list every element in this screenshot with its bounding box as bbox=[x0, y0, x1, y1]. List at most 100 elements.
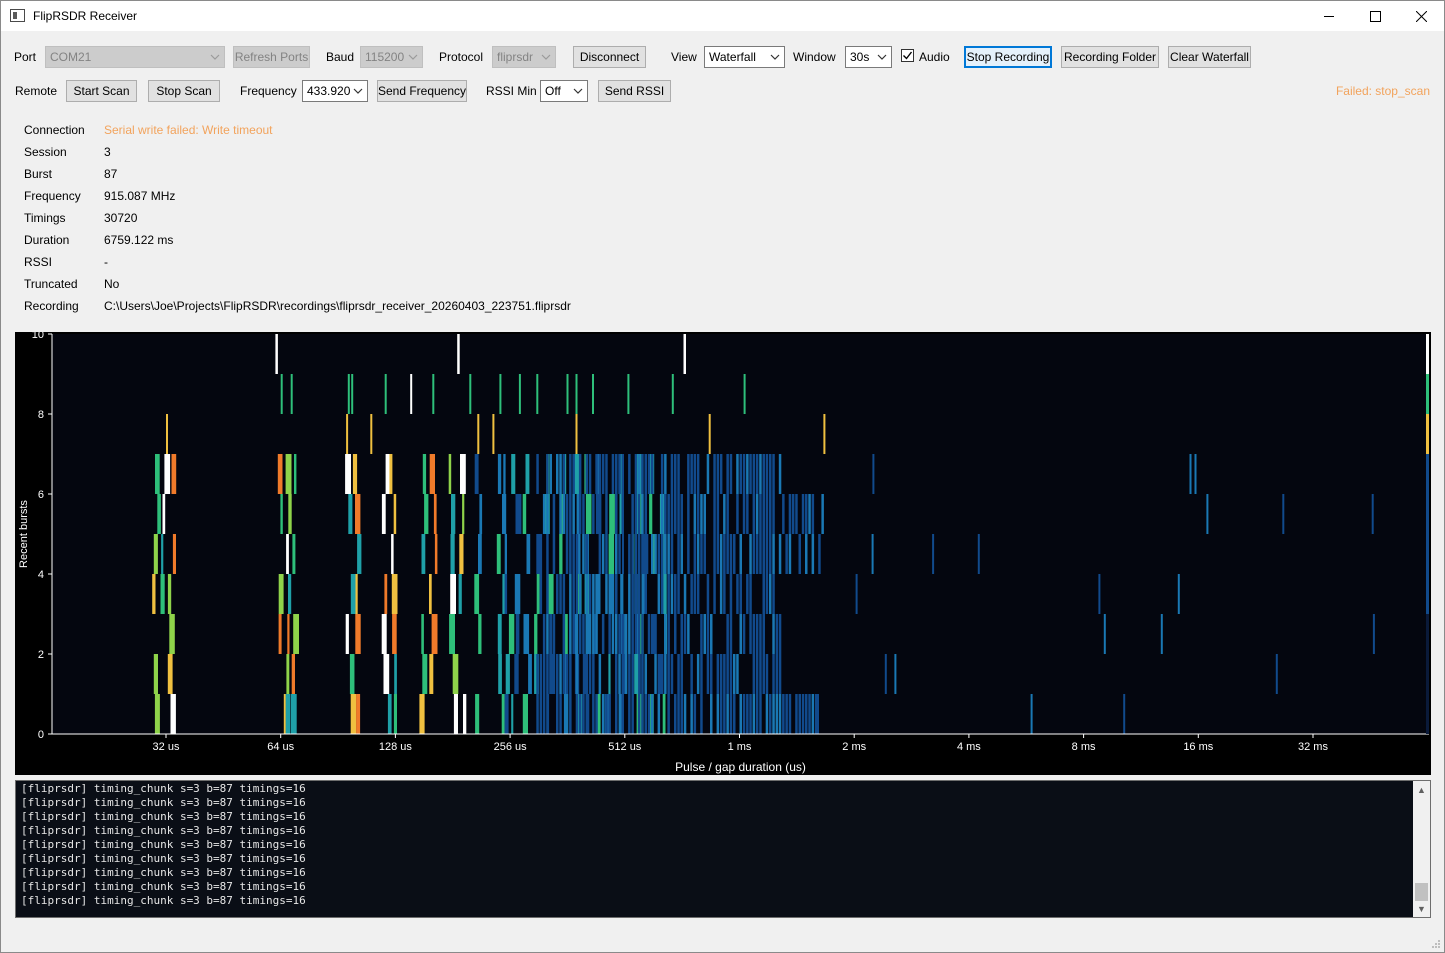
heat-cell bbox=[700, 614, 703, 654]
heat-cell bbox=[769, 494, 772, 534]
heat-cell bbox=[680, 534, 683, 574]
heat-cell bbox=[588, 454, 592, 494]
chevron-down-icon bbox=[573, 88, 583, 94]
heat-cell bbox=[677, 494, 680, 534]
heat-cell bbox=[578, 494, 582, 534]
heat-cell bbox=[392, 614, 397, 654]
x-tick-label: 256 us bbox=[494, 741, 528, 753]
heat-cell bbox=[762, 494, 765, 534]
resize-grip-icon[interactable] bbox=[1431, 939, 1441, 949]
heat-cell bbox=[539, 654, 543, 694]
heat-cell bbox=[713, 534, 716, 574]
heat-cell bbox=[565, 694, 569, 734]
heat-cell bbox=[370, 414, 373, 454]
heat-cell bbox=[671, 374, 674, 414]
heat-cell bbox=[578, 454, 582, 494]
send-rssi-button[interactable]: Send RSSI bbox=[598, 80, 671, 102]
send-frequency-button[interactable]: Send Frequency bbox=[377, 80, 467, 102]
heat-cell bbox=[424, 494, 429, 534]
protocol-select[interactable]: fliprsdr bbox=[492, 46, 556, 68]
heat-cell bbox=[641, 654, 644, 694]
heat-cell bbox=[556, 574, 559, 614]
heat-cell bbox=[381, 614, 387, 654]
heat-cell bbox=[549, 654, 552, 694]
audio-checkbox[interactable] bbox=[901, 49, 914, 62]
heat-cell bbox=[680, 694, 683, 734]
heat-cell bbox=[479, 494, 483, 534]
heat-cell bbox=[641, 494, 644, 534]
heat-cell bbox=[582, 534, 585, 574]
log-console[interactable]: [fliprsdr] timing_chunk s=3 b=87 timings… bbox=[15, 780, 1431, 918]
stop-recording-button[interactable]: Stop Recording bbox=[964, 46, 1052, 68]
heat-cell bbox=[670, 654, 674, 694]
heat-cell bbox=[755, 494, 759, 534]
frequency-select[interactable]: 433.920 bbox=[302, 80, 368, 102]
heat-cell bbox=[546, 614, 549, 654]
view-select[interactable]: Waterfall bbox=[704, 46, 785, 68]
stop-scan-button[interactable]: Stop Scan bbox=[148, 80, 220, 102]
maximize-button[interactable] bbox=[1352, 1, 1398, 31]
heat-cell bbox=[621, 654, 624, 694]
heat-cell bbox=[391, 534, 394, 574]
x-tick-label: 64 us bbox=[267, 741, 294, 753]
heat-cell bbox=[627, 374, 630, 414]
disconnect-button[interactable]: Disconnect bbox=[573, 46, 646, 68]
heat-cell bbox=[1103, 614, 1106, 654]
scroll-up-icon[interactable]: ▲ bbox=[1413, 781, 1430, 798]
heat-cell bbox=[667, 614, 670, 654]
window-select[interactable]: 30s bbox=[845, 46, 892, 68]
heat-cell bbox=[585, 574, 588, 614]
heat-cell bbox=[716, 454, 720, 494]
console-scrollbar[interactable]: ▲ ▼ bbox=[1413, 781, 1430, 917]
heat-cell bbox=[670, 574, 674, 614]
scroll-down-icon[interactable]: ▼ bbox=[1413, 900, 1430, 917]
heat-cell bbox=[765, 494, 769, 534]
frequency-label: Frequency bbox=[240, 84, 297, 98]
heat-cell bbox=[726, 534, 729, 574]
heat-cell bbox=[569, 494, 572, 534]
recording-folder-button[interactable]: Recording Folder bbox=[1061, 46, 1159, 68]
heat-cell bbox=[285, 694, 291, 734]
heat-cell bbox=[598, 454, 602, 494]
heat-cell bbox=[778, 454, 782, 494]
heat-cell bbox=[788, 694, 792, 734]
y-tick-label: 6 bbox=[38, 489, 44, 501]
heat-cell bbox=[601, 454, 605, 494]
heat-cell bbox=[628, 454, 631, 494]
heat-cell bbox=[752, 614, 756, 654]
heat-cell bbox=[585, 454, 588, 494]
heat-cell bbox=[605, 494, 608, 534]
heat-cell bbox=[167, 654, 173, 694]
heat-cell bbox=[634, 494, 638, 534]
heat-cell bbox=[817, 694, 819, 734]
heat-cell bbox=[769, 534, 772, 574]
heat-cell bbox=[167, 574, 172, 614]
heat-cell bbox=[726, 454, 729, 494]
scroll-thumb[interactable] bbox=[1415, 883, 1428, 901]
heat-cell bbox=[621, 494, 624, 534]
heat-cell bbox=[657, 654, 661, 694]
heat-cell bbox=[805, 494, 808, 534]
close-button[interactable] bbox=[1398, 1, 1444, 31]
baud-select[interactable]: 115200 bbox=[360, 46, 423, 68]
heat-cell bbox=[347, 374, 350, 414]
heat-cell bbox=[641, 574, 645, 614]
heat-cell bbox=[569, 694, 572, 734]
checkmark-icon bbox=[903, 51, 913, 60]
waterfall-plot[interactable]: 0 2 4 6 8 10 32 us 64 us 128 us 256 us 512 us 1 ms 2… bbox=[15, 329, 1431, 775]
heat-cell bbox=[422, 454, 427, 494]
heat-cell bbox=[575, 534, 579, 574]
heat-cell bbox=[422, 654, 428, 694]
minimize-button[interactable] bbox=[1306, 1, 1352, 31]
window-title: FlipRSDR Receiver bbox=[33, 9, 138, 23]
rssi-min-select[interactable]: Off bbox=[540, 80, 588, 102]
heat-cell bbox=[664, 494, 667, 534]
heat-cell bbox=[798, 694, 801, 734]
port-select[interactable]: COM21 bbox=[45, 46, 225, 68]
refresh-ports-button[interactable]: Refresh Ports bbox=[233, 46, 310, 68]
heat-cell bbox=[592, 614, 595, 654]
heat-cell bbox=[683, 574, 687, 614]
clear-waterfall-button[interactable]: Clear Waterfall bbox=[1168, 46, 1251, 68]
heat-cell bbox=[706, 454, 710, 494]
start-scan-button[interactable]: Start Scan bbox=[66, 80, 137, 102]
